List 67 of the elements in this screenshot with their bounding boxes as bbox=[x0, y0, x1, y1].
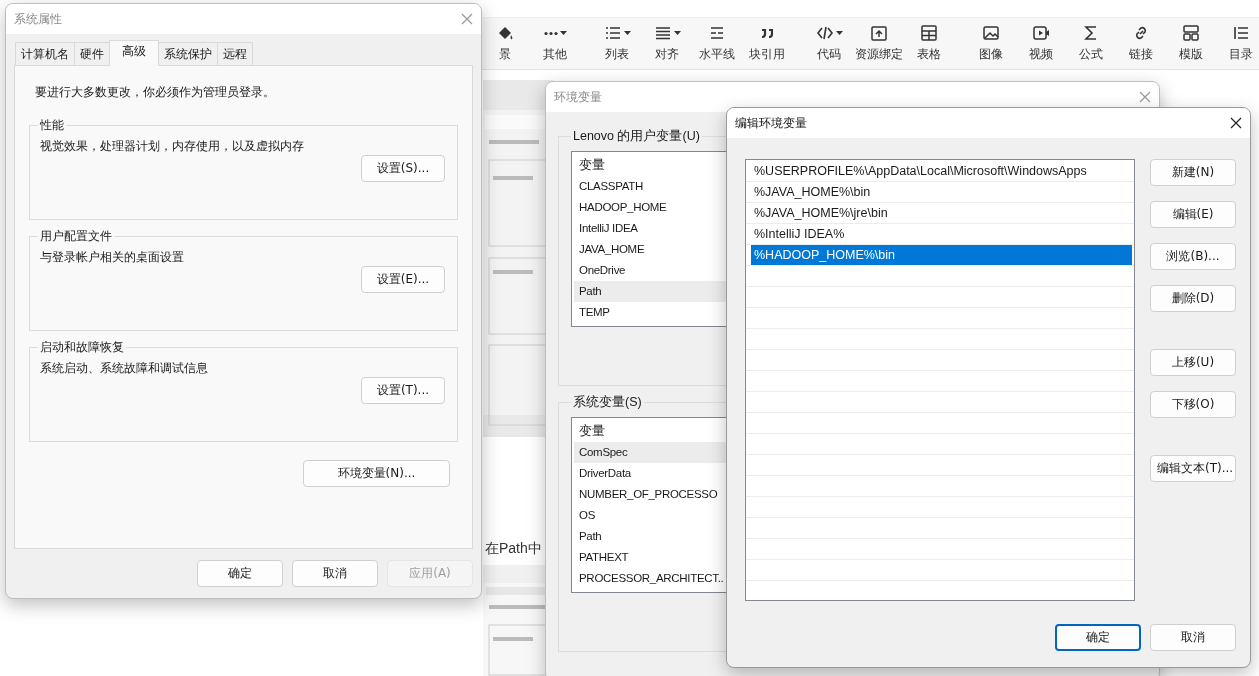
toolbar-button[interactable]: 其他 bbox=[530, 24, 580, 63]
environment-variables-button[interactable]: 环境变量(N)... bbox=[303, 460, 450, 487]
toolbar-button[interactable]: 公式 bbox=[1066, 24, 1116, 63]
notice-text: 要进行大多数更改，你必须作为管理员登录。 bbox=[34, 84, 276, 101]
side-button[interactable]: 编辑(E) bbox=[1150, 201, 1236, 228]
caret-icon bbox=[623, 30, 631, 36]
align-icon bbox=[653, 24, 672, 42]
path-entry[interactable]: %HADOOP_HOME%\bin bbox=[751, 245, 1132, 266]
group-description: 系统启动、系统故障和调试信息 bbox=[40, 360, 209, 377]
quote-icon bbox=[761, 28, 773, 38]
more-icon bbox=[543, 30, 558, 36]
image-icon bbox=[982, 24, 1000, 42]
toolbar-button[interactable]: 图像 bbox=[966, 24, 1016, 63]
toolbar-button[interactable]: 水平线 bbox=[692, 24, 742, 63]
group-title: 启动和故障恢复 bbox=[39, 339, 125, 356]
path-entry[interactable]: %USERPROFILE%\AppData\Local\Microsoft\WindowsApps bbox=[751, 161, 1132, 182]
side-button[interactable]: 下移(O) bbox=[1150, 391, 1236, 418]
settings-button[interactable]: 设置(T)... bbox=[361, 377, 445, 404]
dialog-button[interactable]: 确定 bbox=[1055, 624, 1141, 651]
tab[interactable]: 高级 bbox=[109, 40, 159, 66]
toolbar-button[interactable]: 资源绑定 bbox=[854, 24, 904, 63]
dialog-button[interactable]: 取消 bbox=[292, 560, 378, 587]
toolbar-button[interactable]: 列表 bbox=[592, 24, 642, 63]
toolbar-button[interactable]: 对齐 bbox=[642, 24, 692, 63]
window-title: 系统属性 bbox=[14, 10, 62, 28]
outline-icon bbox=[1232, 24, 1250, 42]
toolbar-button[interactable]: 视频 bbox=[1016, 24, 1066, 63]
dialog-button[interactable]: 确定 bbox=[197, 560, 283, 587]
group-title: 用户配置文件 bbox=[39, 228, 113, 245]
side-button[interactable]: 编辑文本(T)... bbox=[1150, 455, 1236, 482]
toolbar-button[interactable]: 目录 bbox=[1216, 24, 1259, 63]
window-title: 环境变量 bbox=[554, 88, 602, 106]
code-icon bbox=[815, 24, 834, 42]
toolbar-button[interactable]: 块引用 bbox=[742, 24, 792, 63]
tab[interactable]: 远程 bbox=[217, 42, 253, 65]
path-entry[interactable]: %JAVA_HOME%\jre\bin bbox=[751, 203, 1132, 224]
toolbar-button[interactable]: 表格 bbox=[904, 24, 954, 63]
group-description: 视觉效果，处理器计划，内存使用，以及虚拟内存 bbox=[40, 138, 305, 155]
video-icon bbox=[1032, 24, 1050, 42]
group-title: Lenovo 的用户变量(U) bbox=[572, 128, 701, 145]
caret-icon bbox=[559, 30, 567, 36]
upload-icon bbox=[870, 24, 888, 42]
group-description: 与登录帐户相关的桌面设置 bbox=[40, 249, 185, 266]
group-title: 系统变量(S) bbox=[572, 394, 643, 411]
side-button[interactable]: 浏览(B)... bbox=[1150, 243, 1236, 270]
document-heading: 在Path中 bbox=[485, 540, 542, 558]
table-icon bbox=[920, 24, 938, 42]
window-title: 编辑环境变量 bbox=[735, 114, 807, 132]
group-title: 性能 bbox=[39, 117, 65, 134]
path-entry[interactable]: %JAVA_HOME%\bin bbox=[751, 182, 1132, 203]
horizontal-rule-icon bbox=[708, 24, 726, 42]
side-button[interactable]: 新建(N) bbox=[1150, 159, 1236, 186]
side-button[interactable]: 上移(U) bbox=[1150, 349, 1236, 376]
toolbar-button[interactable]: 景 bbox=[480, 24, 530, 63]
caret-icon bbox=[673, 30, 681, 36]
side-button[interactable]: 删除(D) bbox=[1150, 285, 1236, 312]
close-icon[interactable] bbox=[1230, 117, 1242, 129]
toolbar-button[interactable]: 代码 bbox=[804, 24, 854, 63]
layout-icon bbox=[1182, 24, 1200, 42]
toolbar-button[interactable]: 链接 bbox=[1116, 24, 1166, 63]
settings-button[interactable]: 设置(S)... bbox=[361, 155, 445, 182]
dialog-button[interactable]: 取消 bbox=[1150, 624, 1236, 651]
tab[interactable]: 计算机名 bbox=[15, 42, 75, 65]
toolbar-button[interactable]: 模版 bbox=[1166, 24, 1216, 63]
caret-icon bbox=[835, 30, 843, 36]
settings-button[interactable]: 设置(E)... bbox=[361, 266, 445, 293]
list-icon bbox=[603, 24, 622, 42]
